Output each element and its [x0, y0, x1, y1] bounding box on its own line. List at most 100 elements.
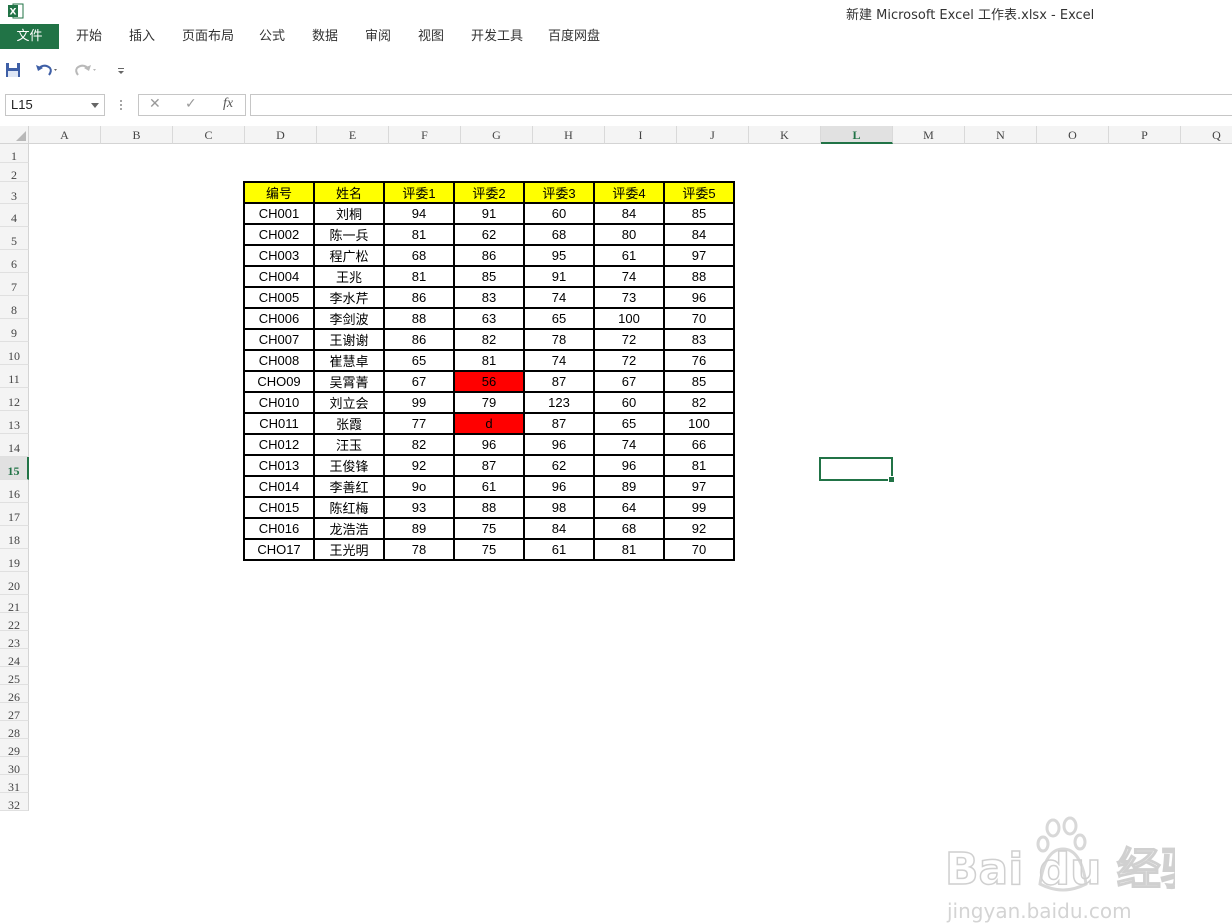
table-cell[interactable]: 88	[663, 265, 735, 288]
table-cell[interactable]: 72	[593, 349, 665, 372]
table-cell[interactable]: 100	[593, 307, 665, 330]
table-cell[interactable]: 72	[593, 328, 665, 351]
redo-icon[interactable]	[73, 60, 99, 80]
table-cell[interactable]: 87	[523, 370, 595, 393]
table-cell[interactable]: 王谢谢	[313, 328, 385, 351]
table-cell[interactable]: 陈红梅	[313, 496, 385, 519]
table-cell[interactable]: 95	[523, 244, 595, 267]
table-cell[interactable]: d	[453, 412, 525, 435]
row-header-25[interactable]: 25	[0, 667, 29, 686]
table-cell[interactable]: CH012	[243, 433, 315, 456]
table-cell[interactable]: 75	[453, 517, 525, 540]
table-cell[interactable]: 96	[523, 475, 595, 498]
row-header-2[interactable]: 2	[0, 163, 29, 182]
column-header-n[interactable]: N	[965, 126, 1037, 144]
column-header-o[interactable]: O	[1037, 126, 1109, 144]
table-cell[interactable]: 李剑波	[313, 307, 385, 330]
customize-toolbar-icon[interactable]	[116, 60, 126, 80]
tab-home[interactable]: 开始	[76, 24, 102, 49]
row-header-27[interactable]: 27	[0, 703, 29, 722]
table-cell[interactable]: 81	[453, 349, 525, 372]
column-header-i[interactable]: I	[605, 126, 677, 144]
table-cell[interactable]: 123	[523, 391, 595, 414]
table-cell[interactable]: 91	[523, 265, 595, 288]
tab-baidu-netdisk[interactable]: 百度网盘	[548, 24, 600, 49]
table-cell[interactable]: 王俊锋	[313, 454, 385, 477]
table-cell[interactable]: 吴霄菁	[313, 370, 385, 393]
table-cell[interactable]: 92	[383, 454, 455, 477]
table-cell[interactable]: 刘桐	[313, 202, 385, 225]
table-cell[interactable]: 王兆	[313, 265, 385, 288]
table-cell[interactable]: 87	[453, 454, 525, 477]
table-cell[interactable]: 63	[453, 307, 525, 330]
row-header-9[interactable]: 9	[0, 319, 29, 342]
table-cell[interactable]: 56	[453, 370, 525, 393]
table-cell[interactable]: 98	[523, 496, 595, 519]
column-header-a[interactable]: A	[29, 126, 101, 144]
column-header-m[interactable]: M	[893, 126, 965, 144]
row-header-29[interactable]: 29	[0, 739, 29, 758]
table-cell[interactable]: 74	[523, 349, 595, 372]
row-header-13[interactable]: 13	[0, 411, 29, 434]
table-cell[interactable]: 96	[453, 433, 525, 456]
row-header-19[interactable]: 19	[0, 549, 29, 572]
table-cell[interactable]: 74	[593, 265, 665, 288]
table-cell[interactable]: CH003	[243, 244, 315, 267]
table-cell[interactable]: 85	[663, 370, 735, 393]
column-header-b[interactable]: B	[101, 126, 173, 144]
table-header-cell[interactable]: 评委5	[663, 181, 735, 204]
table-cell[interactable]: CH015	[243, 496, 315, 519]
column-header-f[interactable]: F	[389, 126, 461, 144]
tab-page-layout[interactable]: 页面布局	[182, 24, 234, 49]
table-header-cell[interactable]: 评委2	[453, 181, 525, 204]
row-header-24[interactable]: 24	[0, 649, 29, 668]
table-cell[interactable]: 62	[453, 223, 525, 246]
table-cell[interactable]: 80	[593, 223, 665, 246]
row-header-26[interactable]: 26	[0, 685, 29, 704]
table-cell[interactable]: 86	[383, 328, 455, 351]
table-cell[interactable]: 96	[593, 454, 665, 477]
table-cell[interactable]: 66	[663, 433, 735, 456]
table-cell[interactable]: 82	[663, 391, 735, 414]
table-cell[interactable]: 61	[593, 244, 665, 267]
table-cell[interactable]: 97	[663, 244, 735, 267]
table-cell[interactable]: 刘立会	[313, 391, 385, 414]
table-cell[interactable]: 65	[383, 349, 455, 372]
row-header-10[interactable]: 10	[0, 342, 29, 365]
table-cell[interactable]: 84	[523, 517, 595, 540]
table-cell[interactable]: 88	[383, 307, 455, 330]
table-cell[interactable]: 67	[593, 370, 665, 393]
column-header-e[interactable]: E	[317, 126, 389, 144]
tab-data[interactable]: 数据	[312, 24, 338, 49]
splitter-icon[interactable]	[119, 98, 123, 112]
table-cell[interactable]: 83	[453, 286, 525, 309]
table-cell[interactable]: CH002	[243, 223, 315, 246]
table-header-cell[interactable]: 评委1	[383, 181, 455, 204]
table-cell[interactable]: 64	[593, 496, 665, 519]
table-cell[interactable]: 83	[663, 328, 735, 351]
tab-insert[interactable]: 插入	[129, 24, 155, 49]
row-header-1[interactable]: 1	[0, 144, 29, 163]
table-cell[interactable]: 81	[663, 454, 735, 477]
table-cell[interactable]: 85	[663, 202, 735, 225]
table-cell[interactable]: 92	[663, 517, 735, 540]
save-icon[interactable]	[5, 60, 21, 80]
row-header-20[interactable]: 20	[0, 572, 29, 595]
cancel-icon[interactable]: ✕	[149, 96, 161, 112]
row-header-31[interactable]: 31	[0, 775, 29, 794]
column-header-d[interactable]: D	[245, 126, 317, 144]
table-cell[interactable]: 77	[383, 412, 455, 435]
insert-function-icon[interactable]: fx	[223, 96, 233, 112]
table-cell[interactable]: 61	[453, 475, 525, 498]
table-cell[interactable]: 89	[383, 517, 455, 540]
table-cell[interactable]: 陈一兵	[313, 223, 385, 246]
table-cell[interactable]: 81	[383, 223, 455, 246]
row-header-5[interactable]: 5	[0, 227, 29, 250]
row-header-32[interactable]: 32	[0, 793, 29, 812]
row-header-17[interactable]: 17	[0, 503, 29, 526]
row-header-22[interactable]: 22	[0, 613, 29, 632]
table-cell[interactable]: 91	[453, 202, 525, 225]
table-cell[interactable]: CH007	[243, 328, 315, 351]
table-cell[interactable]: 68	[523, 223, 595, 246]
table-header-cell[interactable]: 编号	[243, 181, 315, 204]
